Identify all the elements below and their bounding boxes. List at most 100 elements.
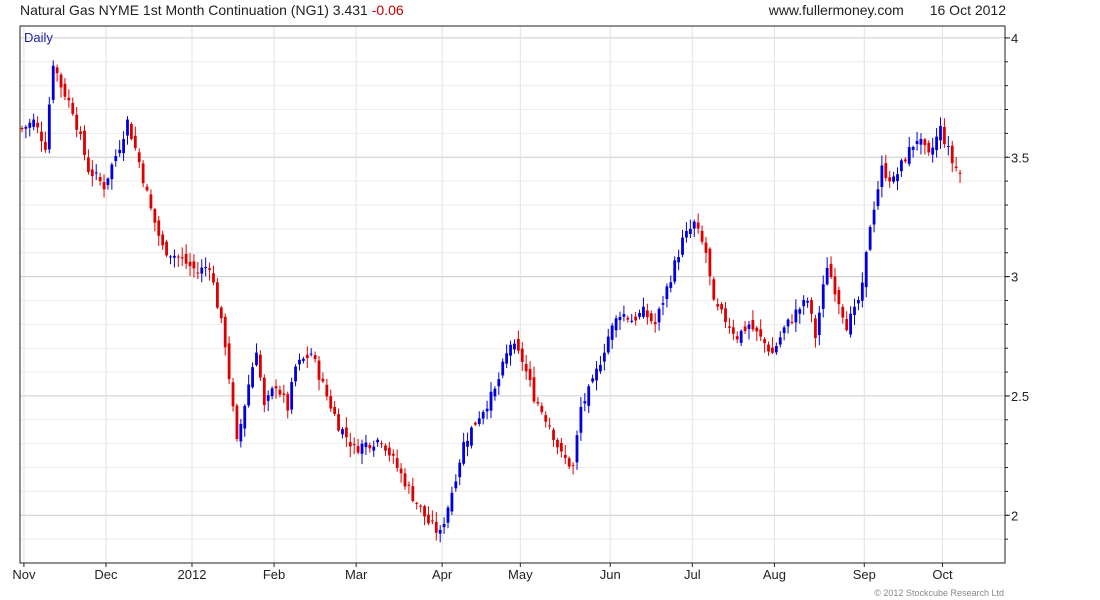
candle-body bbox=[798, 309, 802, 314]
candle-body bbox=[559, 442, 563, 452]
candle-body bbox=[509, 344, 512, 356]
candle-body bbox=[876, 189, 880, 207]
candle-body bbox=[196, 272, 200, 274]
candle-body bbox=[172, 255, 176, 258]
candle-body bbox=[591, 378, 595, 382]
x-tick-label: Sep bbox=[853, 567, 876, 582]
candle-body bbox=[286, 394, 290, 411]
candle-body bbox=[817, 312, 821, 336]
candle-body bbox=[380, 443, 383, 445]
candle-body bbox=[118, 149, 122, 154]
candle-body bbox=[223, 316, 227, 348]
candle-body bbox=[954, 166, 958, 168]
candle-body bbox=[700, 230, 704, 242]
candle-body bbox=[610, 325, 614, 340]
candle-body bbox=[622, 314, 626, 317]
y-tick-label: 2 bbox=[1011, 508, 1018, 523]
candle-body bbox=[771, 347, 774, 353]
candle-body bbox=[75, 114, 79, 130]
candle-body bbox=[372, 446, 376, 451]
candle-body bbox=[102, 182, 106, 190]
candle-body bbox=[71, 102, 75, 114]
candle-body bbox=[552, 429, 555, 441]
candle-body bbox=[98, 177, 102, 182]
candle-body bbox=[90, 169, 94, 177]
candle-body bbox=[129, 123, 133, 139]
candle-body bbox=[907, 147, 911, 164]
candle-body bbox=[423, 506, 426, 517]
candle-body bbox=[165, 241, 168, 256]
candle-body bbox=[669, 282, 673, 288]
candle-body bbox=[606, 336, 610, 353]
candle-body bbox=[950, 145, 954, 164]
candle-body bbox=[724, 308, 727, 323]
candle-body bbox=[368, 444, 372, 449]
candle-body bbox=[63, 83, 67, 97]
candle-body bbox=[114, 155, 118, 162]
candle-body bbox=[630, 320, 634, 322]
candle-body bbox=[806, 300, 810, 303]
candle-body bbox=[532, 377, 536, 402]
candle-body bbox=[735, 336, 739, 340]
candle-body bbox=[51, 65, 55, 100]
candle-body bbox=[927, 142, 931, 153]
candle-body bbox=[884, 163, 888, 179]
candle-body bbox=[864, 252, 868, 288]
candle-body bbox=[911, 146, 915, 150]
candle-body bbox=[106, 178, 110, 185]
candle-body bbox=[673, 260, 677, 282]
candle-body bbox=[688, 228, 692, 235]
candle-body bbox=[415, 502, 419, 504]
candle-body bbox=[493, 388, 497, 397]
candle-body bbox=[258, 354, 262, 378]
candle-body bbox=[708, 248, 712, 277]
y-tick-label: 3 bbox=[1011, 270, 1018, 285]
candle-body bbox=[356, 446, 360, 453]
candle-body bbox=[94, 172, 98, 174]
candle-body bbox=[857, 300, 860, 304]
candle-body bbox=[958, 172, 962, 174]
candle-body bbox=[454, 481, 458, 489]
candle-body bbox=[301, 358, 305, 361]
candle-body bbox=[536, 401, 540, 404]
candle-body bbox=[778, 337, 782, 345]
candle-body bbox=[333, 407, 337, 414]
candle-body bbox=[837, 290, 841, 305]
candle-body bbox=[227, 343, 231, 380]
x-tick-label: Jun bbox=[600, 567, 621, 582]
y-tick-label: 2.5 bbox=[1011, 389, 1029, 404]
candle-body bbox=[860, 282, 864, 301]
candle-body bbox=[153, 209, 157, 223]
candle-body bbox=[692, 221, 696, 229]
candle-body bbox=[712, 279, 716, 300]
candle-body bbox=[200, 267, 204, 274]
candle-body bbox=[79, 131, 82, 134]
candle-body bbox=[786, 319, 790, 327]
candle-body bbox=[919, 139, 923, 145]
candle-body bbox=[923, 139, 927, 146]
candle-body bbox=[387, 447, 391, 456]
candle-body bbox=[473, 422, 477, 425]
candle-body bbox=[853, 306, 856, 316]
y-tick-label: 3.5 bbox=[1011, 150, 1029, 165]
candle-body bbox=[470, 427, 473, 446]
candle-body bbox=[403, 473, 407, 487]
candle-body bbox=[294, 366, 297, 382]
candle-body bbox=[685, 230, 688, 238]
candle-body bbox=[716, 304, 720, 307]
x-tick-label: Dec bbox=[94, 567, 118, 582]
candle-body bbox=[704, 242, 708, 253]
candle-body bbox=[814, 318, 817, 339]
candle-body bbox=[442, 523, 446, 528]
candle-body bbox=[790, 321, 794, 323]
candle-body bbox=[262, 377, 266, 406]
candle-body bbox=[481, 412, 485, 419]
candle-body bbox=[364, 442, 368, 448]
candle-body bbox=[462, 442, 466, 464]
candle-body bbox=[274, 386, 278, 389]
candle-body bbox=[767, 344, 770, 352]
candle-body bbox=[219, 307, 223, 319]
candle-body bbox=[446, 507, 450, 523]
candle-body bbox=[888, 177, 892, 182]
candle-body bbox=[212, 273, 215, 283]
